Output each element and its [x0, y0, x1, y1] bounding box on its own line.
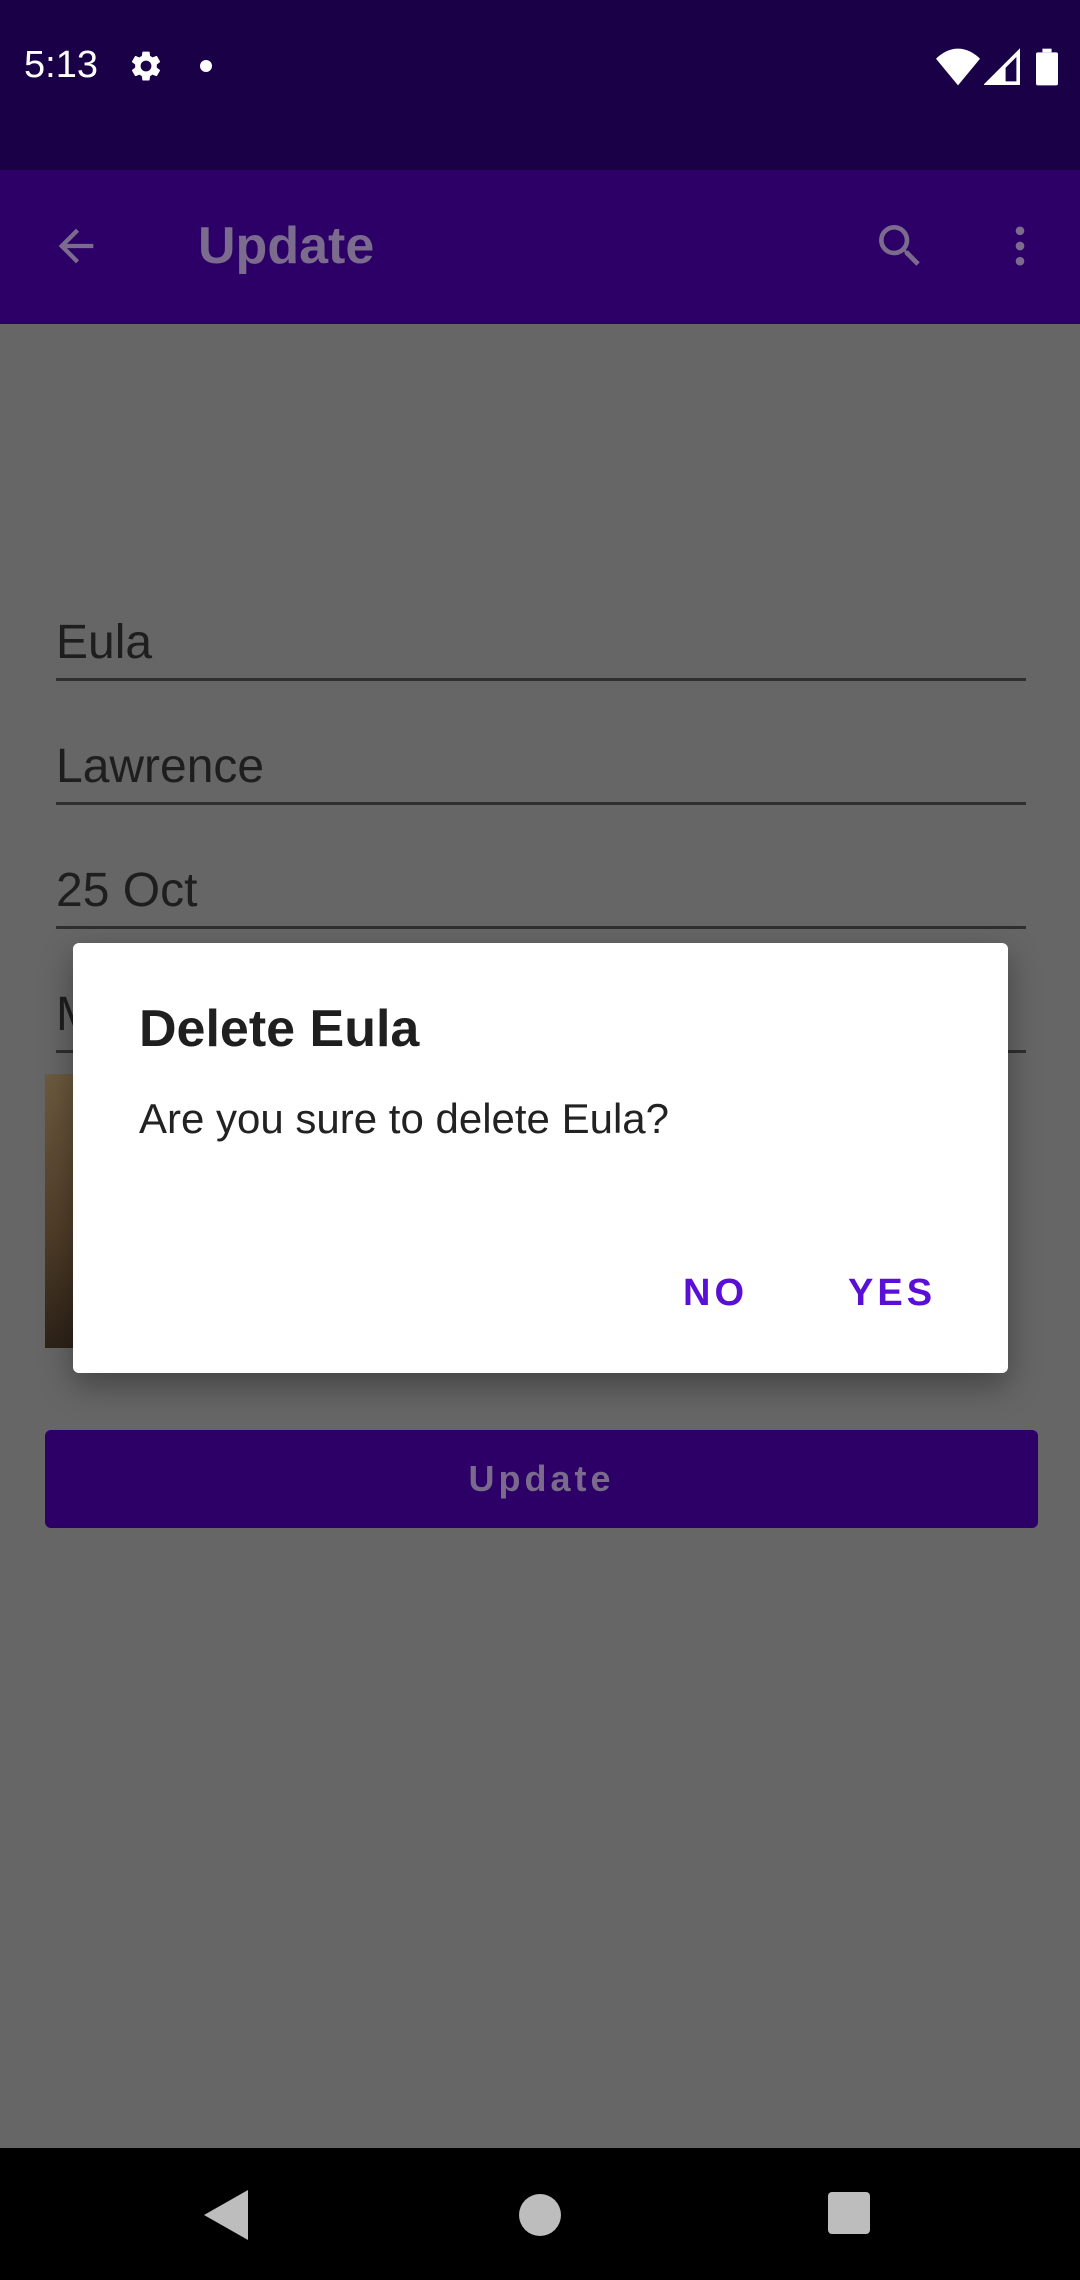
- more-options-button[interactable]: [984, 210, 1056, 282]
- status-bar: 5:13: [0, 0, 1080, 170]
- battery-icon: [1036, 48, 1058, 86]
- date-value: 25 Oct: [56, 864, 198, 917]
- gear-icon: [131, 51, 161, 81]
- dialog-title: Delete Eula: [139, 1000, 420, 1058]
- delete-dialog: Delete Eula Are you sure to delete Eula?…: [73, 943, 1008, 1373]
- date-field[interactable]: 25 Oct: [56, 856, 1026, 929]
- dialog-message: Are you sure to delete Eula?: [139, 1095, 670, 1142]
- page-title: Update: [198, 217, 375, 275]
- yes-button[interactable]: YES: [848, 1263, 936, 1323]
- navigation-bar: [0, 2148, 1080, 2280]
- first-name-value: Eula: [56, 616, 153, 669]
- arrow-back-icon: [58, 228, 94, 264]
- last-name-value: Lawrence: [56, 740, 265, 793]
- search-button[interactable]: [864, 210, 936, 282]
- nav-back-icon[interactable]: [204, 2190, 248, 2240]
- wifi-icon: [936, 48, 980, 86]
- back-button[interactable]: [40, 210, 112, 282]
- first-name-field[interactable]: Eula: [56, 608, 1026, 681]
- profile-photo[interactable]: [45, 1074, 75, 1348]
- last-name-field[interactable]: Lawrence: [56, 732, 1026, 805]
- app-bar: Update: [0, 170, 1080, 324]
- notification-dot-icon: [200, 60, 212, 72]
- no-button[interactable]: NO: [683, 1263, 748, 1323]
- more-vert-icon: [1015, 226, 1025, 266]
- signal-icon: [984, 48, 1020, 85]
- search-icon: [879, 225, 920, 266]
- nav-home-icon[interactable]: [519, 2194, 561, 2236]
- status-time: 5:13: [24, 44, 98, 86]
- nav-recents-icon[interactable]: [828, 2192, 870, 2234]
- update-button[interactable]: Update: [45, 1430, 1038, 1528]
